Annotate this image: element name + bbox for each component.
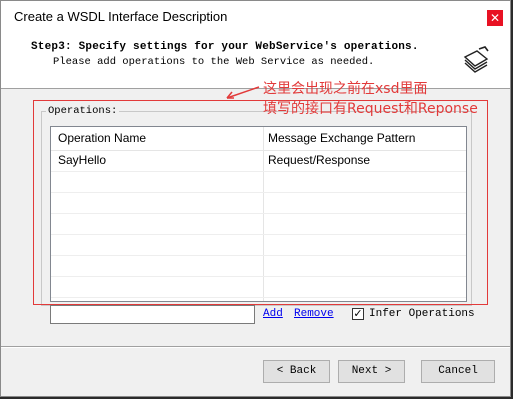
- table-row-empty: [51, 234, 466, 256]
- back-button[interactable]: < Back: [263, 360, 330, 383]
- infer-operations-label[interactable]: Infer Operations: [369, 308, 475, 320]
- message-pattern-cell[interactable]: Request/Response: [268, 153, 370, 167]
- table-row[interactable]: SayHello Request/Response: [51, 150, 466, 172]
- operation-name-input[interactable]: [50, 305, 255, 324]
- step-title: Step3: Specify settings for your WebServ…: [31, 41, 419, 53]
- annotation-text: 这里会出现之前在xsd里面 填写的接口有Request和Reponse: [263, 79, 503, 119]
- wsdl-wizard-dialog: Create a WSDL Interface Description ✕ St…: [0, 0, 511, 397]
- table-row-empty: [51, 255, 466, 277]
- title-bar: Create a WSDL Interface Description ✕: [1, 1, 510, 32]
- table-row-empty: [51, 276, 466, 298]
- infer-operations-checkbox[interactable]: ✓: [352, 308, 364, 320]
- operations-table[interactable]: Operation Name Message Exchange Pattern …: [50, 126, 467, 302]
- column-header-message-exchange-pattern[interactable]: Message Exchange Pattern: [268, 131, 415, 145]
- column-header-operation-name[interactable]: Operation Name: [58, 131, 146, 145]
- annotation-line-2: 填写的接口有Request和Reponse: [263, 101, 478, 117]
- remove-link[interactable]: Remove: [294, 308, 334, 320]
- operation-name-cell[interactable]: SayHello: [58, 153, 106, 167]
- footer-separator-highlight: [1, 347, 510, 348]
- table-row-empty: [51, 171, 466, 193]
- table-header: Operation Name Message Exchange Pattern: [51, 127, 466, 151]
- wizard-document-icon: [463, 46, 489, 73]
- table-row-empty: [51, 213, 466, 235]
- step-subtitle: Please add operations to the Web Service…: [53, 56, 375, 68]
- close-button[interactable]: ✕: [487, 10, 503, 26]
- cancel-button[interactable]: Cancel: [421, 360, 495, 383]
- next-button[interactable]: Next >: [338, 360, 405, 383]
- table-row-empty: [51, 192, 466, 214]
- operations-group-label: Operations:: [46, 105, 120, 117]
- window-title: Create a WSDL Interface Description: [14, 9, 228, 24]
- annotation-arrow-icon: [226, 86, 260, 99]
- add-link[interactable]: Add: [263, 308, 283, 320]
- annotation-line-1: 这里会出现之前在xsd里面: [263, 81, 428, 97]
